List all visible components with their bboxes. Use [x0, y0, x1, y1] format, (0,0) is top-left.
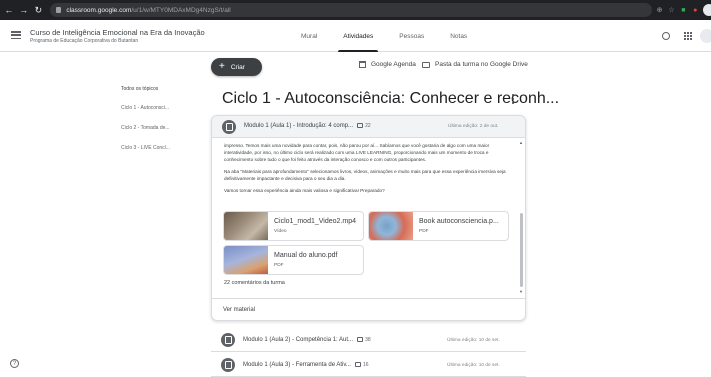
scroll-up-icon[interactable]: ▲: [519, 140, 523, 145]
tab-pessoas[interactable]: Pessoas: [386, 20, 437, 52]
url-text: classroom.google.com/u/1/w/MTY0MDAxMDg4N…: [66, 6, 231, 14]
extension-icon[interactable]: ■: [679, 7, 687, 14]
assignment-edited: Última edição: 10 de set.: [447, 338, 500, 343]
expanded-assignment-card: Modulo 1 (Aula 1) - Introdução: 4 comp..…: [211, 115, 526, 321]
attachment-name: Ciclo1_mod1_Video2.mp4: [274, 218, 356, 225]
help-icon[interactable]: ?: [10, 359, 19, 368]
topic-ciclo-3[interactable]: Ciclo 3 - LIVE Concl...: [121, 145, 170, 151]
class-comments-link[interactable]: 22 comentários da turma: [224, 280, 285, 286]
assignment-edited: Última edição: 10 de set.: [447, 363, 500, 368]
attachment-type: PDF: [419, 229, 429, 234]
calendar-icon: [359, 61, 366, 68]
course-subtitle: Programa de Educação Corporativa do Buta…: [30, 38, 139, 44]
attachment-name: Manual do aluno.pdf: [274, 252, 338, 259]
section-title: Ciclo 1 - Autoconsciência: Conhecer e re…: [222, 90, 560, 107]
create-button[interactable]: + Criar: [211, 58, 262, 76]
assignment-icon: [222, 120, 236, 134]
assignment-header[interactable]: Modulo 1 (Aula 1) - Introdução: 4 comp..…: [212, 116, 525, 138]
attachment-type: Vídeo: [274, 229, 287, 234]
browser-profile-avatar[interactable]: [703, 4, 711, 16]
tab-notas[interactable]: Notas: [437, 20, 480, 52]
assignment-row[interactable]: Modulo 1 (Aula 3) - Ferramenta de Ativ..…: [211, 355, 526, 377]
attachment-book[interactable]: Book autoconsciencia.p... PDF: [368, 211, 509, 241]
google-calendar-link[interactable]: Google Agenda: [359, 61, 416, 68]
address-bar[interactable]: classroom.google.com/u/1/w/MTY0MDAxMDg4N…: [50, 3, 652, 17]
tab-mural[interactable]: Mural: [288, 20, 330, 52]
attachment-video[interactable]: Ciclo1_mod1_Video2.mp4 Vídeo: [223, 211, 364, 241]
tab-atividades[interactable]: Atividades: [330, 20, 386, 52]
calendar-label: Google Agenda: [371, 61, 416, 68]
reload-icon[interactable]: ↻: [33, 5, 45, 16]
comment-icon: [357, 337, 364, 342]
drive-folder-link[interactable]: Pasta da turma no Google Drive: [422, 61, 528, 68]
topic-ciclo-1[interactable]: Ciclo 1 - Autoconsci...: [121, 105, 169, 111]
topic-ciclo-2[interactable]: Ciclo 2 - Tomada de...: [121, 125, 170, 131]
assignment-edited: Última edição: 2 de out.: [448, 124, 499, 129]
topic-all[interactable]: Todos os tópicos: [121, 86, 158, 92]
create-button-label: Criar: [230, 63, 245, 71]
browser-toolbar: ← → ↻ classroom.google.com/u/1/w/MTY0MDA…: [0, 0, 711, 20]
account-avatar[interactable]: [700, 29, 711, 43]
attachment-name: Book autoconsciencia.p...: [419, 218, 499, 225]
comment-icon: [357, 123, 364, 128]
card-scroll-thumb[interactable]: [520, 213, 523, 287]
star-icon[interactable]: ☆: [668, 6, 676, 14]
apps-grid-icon[interactable]: [684, 32, 692, 40]
zoom-icon[interactable]: ⊕: [656, 6, 664, 14]
attachment-manual[interactable]: Manual do aluno.pdf PDF: [223, 245, 364, 275]
pdf-thumbnail: [369, 212, 413, 240]
card-footer: Ver material: [212, 298, 525, 320]
video-thumbnail: [224, 212, 268, 240]
assignment-title: Modulo 1 (Aula 2) - Competência 1: Aut..…: [243, 337, 371, 344]
hamburger-menu-icon[interactable]: [11, 31, 21, 39]
assignment-icon: [221, 333, 235, 347]
course-tabs: Mural Atividades Pessoas Notas: [288, 20, 480, 52]
more-vert-icon[interactable]: [512, 94, 514, 104]
comment-icon: [354, 362, 361, 367]
pdf-thumbnail: [224, 246, 268, 274]
view-material-link[interactable]: Ver material: [223, 307, 255, 313]
settings-gear-icon[interactable]: [662, 32, 670, 40]
back-arrow-icon[interactable]: ←: [3, 5, 15, 15]
assignment-title: Modulo 1 (Aula 1) - Introdução: 4 comp..…: [244, 123, 371, 130]
assignment-row[interactable]: Modulo 1 (Aula 2) - Competência 1: Aut..…: [211, 330, 526, 352]
lock-icon: [56, 7, 62, 13]
plus-icon: +: [219, 61, 225, 72]
forward-arrow-icon[interactable]: →: [18, 5, 30, 15]
assignment-icon: [221, 358, 235, 372]
attachment-type: PDF: [274, 263, 284, 268]
classroom-header: Curso de Inteligência Emocional na Era d…: [0, 20, 711, 52]
scroll-down-icon[interactable]: ▼: [519, 289, 523, 294]
folder-icon: [422, 61, 430, 68]
assignment-description: impresso. Temos mais uma novidade para c…: [224, 143, 506, 193]
extension-red-icon[interactable]: ●: [691, 7, 699, 14]
course-title[interactable]: Curso de Inteligência Emocional na Era d…: [30, 28, 205, 37]
drive-label: Pasta da turma no Google Drive: [435, 61, 528, 68]
assignment-title: Modulo 1 (Aula 3) - Ferramenta de Ativ..…: [243, 362, 369, 369]
